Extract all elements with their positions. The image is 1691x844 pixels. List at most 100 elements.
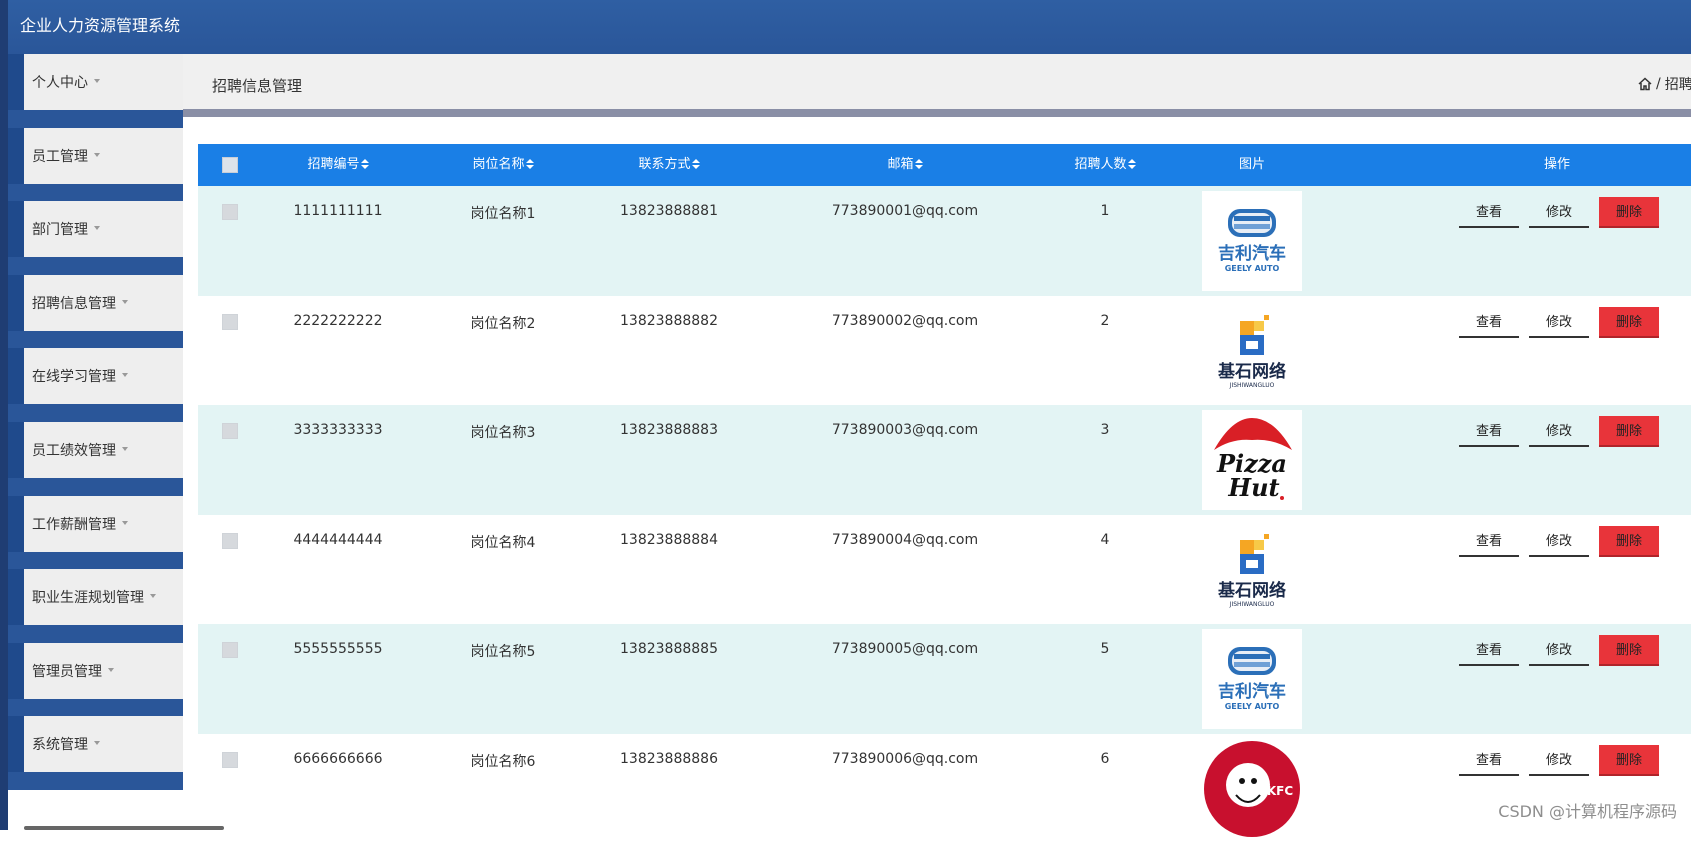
table-row: 6666666666 岗位名称6 13823888886 773890006@q…	[198, 733, 1691, 844]
cell-count: 6	[1100, 750, 1110, 767]
sidebar-item-salary[interactable]: 工作薪酬管理	[8, 495, 183, 570]
column-header-id[interactable]: 招聘编号	[288, 144, 388, 186]
svg-text:GEELY AUTO: GEELY AUTO	[1225, 702, 1280, 711]
delete-button[interactable]: 删除	[1599, 197, 1659, 228]
svg-text:吉利汽车: 吉利汽车	[1218, 243, 1286, 264]
view-button[interactable]: 查看	[1459, 416, 1519, 448]
cell-id: 1111111111	[293, 203, 383, 219]
cell-count: 2	[1100, 312, 1110, 329]
caret-down-icon	[122, 447, 128, 451]
row-checkbox[interactable]	[222, 751, 238, 768]
delete-button[interactable]: 删除	[1599, 744, 1659, 776]
cell-email: 773890005@qq.com	[831, 641, 979, 658]
view-button[interactable]: 查看	[1459, 745, 1519, 776]
cell-position: 岗位名称4	[470, 534, 536, 551]
view-button[interactable]: 查看	[1459, 526, 1519, 557]
svg-text:基石网络: 基石网络	[1217, 361, 1286, 382]
horizontal-scrollbar[interactable]	[24, 826, 224, 830]
breadcrumb-current[interactable]: 招聘	[1665, 74, 1691, 94]
sidebar-item-online-learning[interactable]: 在线学习管理	[8, 348, 183, 422]
sidebar-item-performance[interactable]: 员工绩效管理	[8, 422, 183, 496]
svg-text:基石网络: 基石网络	[1217, 580, 1286, 601]
sidebar-item-label: 个人中心	[32, 75, 88, 91]
page-title: 招聘信息管理	[212, 77, 303, 95]
caret-down-icon	[94, 79, 100, 83]
edit-button[interactable]: 修改	[1529, 526, 1589, 557]
sidebar-item-personal-center[interactable]: 个人中心	[8, 54, 183, 128]
caret-down-icon	[150, 594, 156, 599]
cell-position: 岗位名称6	[470, 753, 536, 770]
edit-button[interactable]: 修改	[1529, 416, 1589, 448]
watermark: CSDN @计算机程序源码	[1498, 802, 1677, 821]
table-row: 2222222222 岗位名称2 13823888882 773890002@q…	[198, 295, 1691, 406]
view-button[interactable]: 查看	[1459, 307, 1519, 338]
row-checkbox[interactable]	[222, 204, 238, 220]
sidebar-item-admin[interactable]: 管理员管理	[8, 642, 183, 717]
cell-id: 6666666666	[293, 750, 383, 767]
edit-button[interactable]: 修改	[1529, 307, 1589, 338]
sidebar-item-label: 员工管理	[32, 148, 88, 165]
sidebar-item-department[interactable]: 部门管理	[8, 201, 183, 275]
cell-phone: 13823888883	[620, 422, 718, 439]
cell-email: 773890001@qq.com	[831, 203, 979, 219]
cell-phone: 13823888885	[620, 641, 718, 658]
jishi-wangluo-logo: 基石网络 JISHIWANGLUO	[1202, 300, 1302, 401]
cell-email: 773890003@qq.com	[831, 422, 979, 439]
sort-icon	[525, 159, 534, 169]
sort-icon	[360, 159, 369, 169]
breadcrumb: / 招聘	[1638, 74, 1691, 94]
view-button[interactable]: 查看	[1459, 635, 1519, 667]
column-header-count[interactable]: 招聘人数	[1050, 144, 1160, 186]
sort-icon	[914, 159, 923, 169]
select-all-checkbox[interactable]	[222, 157, 238, 173]
cell-count: 3	[1100, 422, 1110, 439]
row-checkbox[interactable]	[222, 642, 238, 659]
row-checkbox[interactable]	[222, 313, 238, 330]
delete-button[interactable]: 删除	[1599, 635, 1659, 667]
edit-button[interactable]: 修改	[1529, 197, 1589, 228]
cell-phone: 13823888882	[620, 312, 718, 329]
cell-count: 1	[1100, 203, 1110, 219]
left-edge-bar	[0, 0, 8, 830]
svg-text:JISHIWANGLUO: JISHIWANGLUO	[1229, 601, 1275, 608]
row-checkbox[interactable]	[222, 532, 238, 549]
caret-down-icon	[122, 520, 128, 525]
svg-text:吉利汽车: 吉利汽车	[1218, 681, 1286, 702]
sidebar: 个人中心 员工管理 部门管理 招聘信息管理 在线学习管理 员工绩效管理 工作薪酬…	[8, 54, 183, 830]
edit-button[interactable]: 修改	[1529, 745, 1589, 776]
page-header: 招聘信息管理 / 招聘	[183, 54, 1691, 117]
cell-phone: 13823888884	[620, 531, 718, 548]
top-bar: 企业人力资源管理系统	[8, 0, 1691, 54]
column-header-email[interactable]: 邮箱	[845, 144, 965, 186]
row-checkbox[interactable]	[222, 423, 238, 440]
cell-id: 2222222222	[293, 312, 383, 329]
pizza-hut-logo: Pizza Hut	[1202, 410, 1302, 511]
home-icon[interactable]	[1638, 77, 1652, 91]
cell-email: 773890006@qq.com	[831, 750, 979, 767]
cell-count: 4	[1100, 531, 1110, 548]
column-header-actions: 操作	[1543, 157, 1570, 172]
column-header-image: 图片	[1238, 157, 1265, 172]
edit-button[interactable]: 修改	[1529, 635, 1589, 667]
sidebar-item-career-planning[interactable]: 职业生涯规划管理	[8, 569, 183, 643]
cell-phone: 13823888881	[620, 203, 718, 219]
cell-id: 5555555555	[293, 641, 383, 658]
caret-down-icon	[94, 226, 100, 231]
sidebar-item-employee[interactable]: 员工管理	[8, 127, 183, 202]
sidebar-item-label: 部门管理	[32, 222, 88, 239]
cell-phone: 13823888886	[620, 750, 718, 767]
caret-down-icon	[122, 299, 128, 304]
geely-auto-logo: 吉利汽车 GEELY AUTO	[1202, 629, 1302, 730]
column-header-phone[interactable]: 联系方式	[614, 144, 724, 186]
delete-button[interactable]: 删除	[1599, 416, 1659, 448]
breadcrumb-separator: /	[1656, 76, 1661, 92]
sidebar-item-label: 管理员管理	[32, 663, 102, 680]
sidebar-item-system[interactable]: 系统管理	[8, 716, 183, 790]
recruitment-table: 招聘编号 岗位名称 联系方式 邮箱 招聘人数 图片 操作 1111111111 …	[198, 144, 1691, 844]
caret-down-icon	[122, 373, 128, 378]
view-button[interactable]: 查看	[1459, 197, 1519, 228]
sidebar-item-recruitment[interactable]: 招聘信息管理	[8, 274, 183, 349]
column-header-position[interactable]: 岗位名称	[453, 144, 553, 186]
delete-button[interactable]: 删除	[1599, 306, 1659, 338]
delete-button[interactable]: 删除	[1599, 525, 1659, 557]
